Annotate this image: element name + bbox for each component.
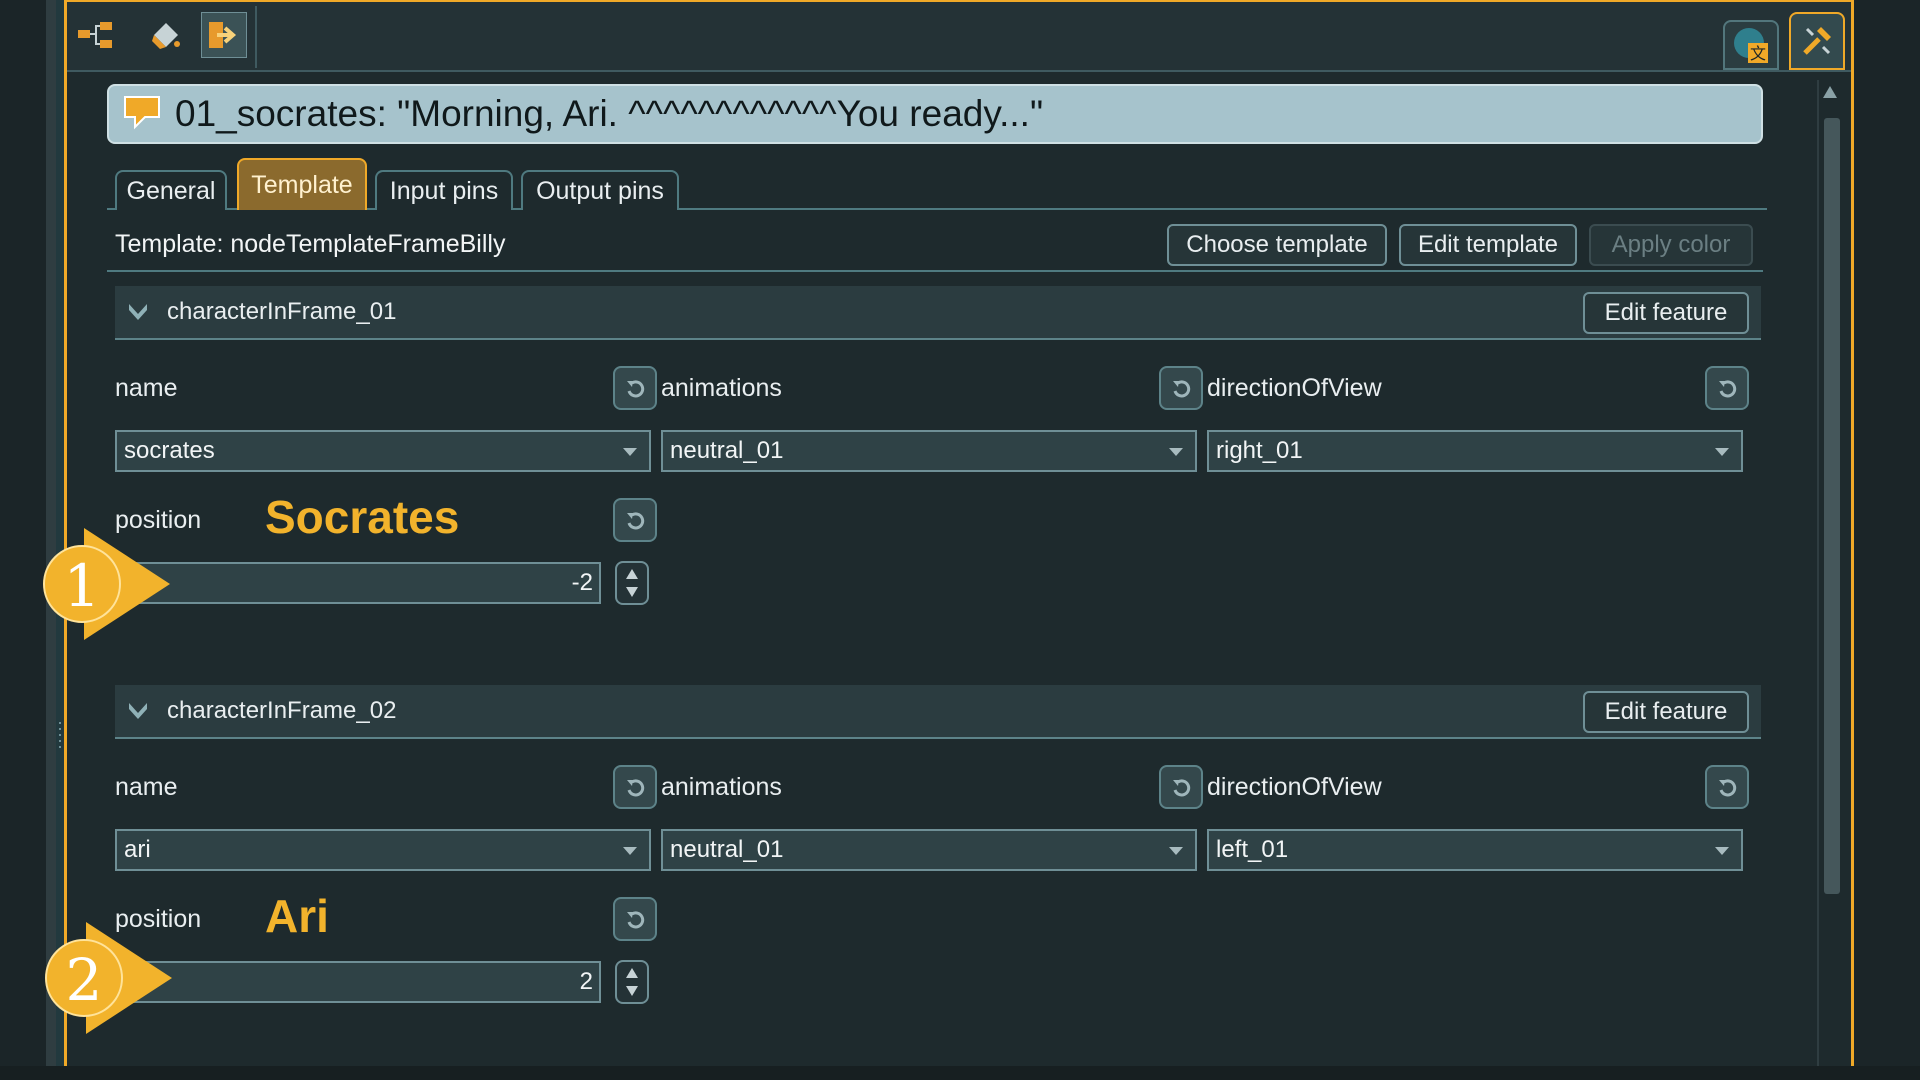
animations-combobox[interactable]: neutral_01 — [661, 430, 1197, 472]
splitter-grip[interactable] — [59, 722, 61, 752]
position-spinbox[interactable]: 2 — [115, 961, 601, 1003]
undo-icon — [1173, 380, 1191, 398]
position-stepper[interactable] — [615, 561, 649, 605]
undo-icon — [1173, 779, 1191, 797]
tab-general[interactable]: General — [115, 170, 227, 210]
undo-icon — [627, 512, 645, 530]
annotation-marker-2: 2 — [45, 922, 172, 1034]
reset-position-button[interactable] — [613, 498, 657, 542]
reset-name-button[interactable] — [613, 765, 657, 809]
step-down-icon[interactable] — [626, 587, 638, 597]
toolbar-separator — [255, 6, 257, 68]
direction-label: directionOfView — [1207, 773, 1382, 801]
bottom-strip — [0, 1066, 1920, 1080]
dropdown-arrow-icon[interactable] — [1169, 448, 1183, 456]
direction-combobox[interactable]: right_01 — [1207, 430, 1743, 472]
reset-direction-button[interactable] — [1705, 366, 1749, 410]
reset-animations-button[interactable] — [1159, 366, 1203, 410]
marker-number: 1 — [64, 552, 101, 620]
tools-button[interactable] — [1789, 12, 1845, 70]
scroll-thumb[interactable] — [1824, 118, 1840, 894]
position-stepper[interactable] — [615, 960, 649, 1004]
chevron-down-icon[interactable] — [127, 300, 149, 322]
dropdown-arrow-icon[interactable] — [1715, 448, 1729, 456]
exit-button[interactable] — [201, 12, 247, 58]
step-up-icon[interactable] — [626, 968, 638, 978]
paint-bucket-icon — [152, 23, 180, 49]
feature-title: characterInFrame_02 — [167, 697, 397, 724]
animations-combobox[interactable]: neutral_01 — [661, 829, 1197, 871]
direction-combobox[interactable]: left_01 — [1207, 829, 1743, 871]
name-combobox[interactable]: socrates — [115, 430, 651, 472]
character-annotation: Socrates — [265, 491, 460, 543]
chevron-down-icon[interactable] — [127, 699, 149, 721]
animations-value: neutral_01 — [670, 437, 784, 464]
name-label: name — [115, 374, 178, 402]
template-row: Template: nodeTemplateFrameBilly Choose … — [107, 220, 1763, 272]
tab-bar: General Template Input pins Output pins — [107, 158, 1767, 210]
direction-label: directionOfView — [1207, 374, 1382, 402]
name-label: name — [115, 773, 178, 801]
speech-bubble-icon — [123, 93, 165, 135]
tab-output-pins[interactable]: Output pins — [521, 170, 679, 210]
globe-translate-icon: 文 — [1734, 28, 1768, 63]
dropdown-arrow-icon[interactable] — [1715, 847, 1729, 855]
tab-input-pins[interactable]: Input pins — [375, 170, 513, 210]
choose-template-button[interactable]: Choose template — [1167, 224, 1387, 266]
position-spinbox[interactable]: -2 — [115, 562, 601, 604]
node-properties-panel: 01_socrates: "Morning, Ari. ^^^^^^^^^^^^… — [107, 84, 1767, 1064]
edit-template-button[interactable]: Edit template — [1399, 224, 1577, 266]
undo-icon — [627, 779, 645, 797]
animations-value: neutral_01 — [670, 836, 784, 863]
name-value: socrates — [124, 437, 215, 464]
annotation-marker-1: 1 — [43, 528, 170, 640]
reset-animations-button[interactable] — [1159, 765, 1203, 809]
flow-layout-icon — [78, 22, 112, 48]
apply-color-button: Apply color — [1589, 224, 1753, 266]
dropdown-arrow-icon[interactable] — [623, 448, 637, 456]
position-value: -2 — [571, 569, 593, 596]
svg-text:文: 文 — [1750, 44, 1766, 63]
marker-number: 2 — [66, 946, 103, 1014]
translate-button[interactable]: 文 — [1723, 20, 1779, 70]
wrench-tools-icon — [1803, 27, 1831, 55]
feature-title: characterInFrame_01 — [167, 298, 397, 325]
undo-icon — [627, 380, 645, 398]
dropdown-arrow-icon[interactable] — [623, 847, 637, 855]
scroll-up-arrow-icon[interactable] — [1823, 86, 1837, 98]
node-title: 01_socrates: "Morning, Ari. ^^^^^^^^^^^^… — [175, 93, 1044, 134]
feature-header[interactable]: characterInFrame_01 Edit feature — [115, 286, 1761, 340]
exit-arrow-icon — [209, 22, 237, 48]
character-annotation: Ari — [265, 890, 329, 942]
step-down-icon[interactable] — [626, 986, 638, 996]
undo-icon — [1719, 380, 1737, 398]
template-name: Template: nodeTemplateFrameBilly — [115, 230, 506, 258]
edit-feature-button[interactable]: Edit feature — [1583, 292, 1749, 334]
properties-window: 文 01_socrates: "Morning, Ari. ^^^^^^^^^^… — [64, 0, 1854, 1068]
tab-template[interactable]: Template — [237, 158, 367, 210]
direction-value: right_01 — [1216, 437, 1303, 464]
reset-position-button[interactable] — [613, 897, 657, 941]
flow-layout-button[interactable] — [73, 12, 119, 58]
step-up-icon[interactable] — [626, 569, 638, 579]
name-value: ari — [124, 836, 151, 863]
undo-icon — [627, 911, 645, 929]
animations-label: animations — [661, 374, 782, 402]
vertical-scrollbar[interactable] — [1817, 80, 1845, 1068]
toolbar: 文 — [67, 2, 1851, 72]
feature-header[interactable]: characterInFrame_02 Edit feature — [115, 685, 1761, 739]
animations-label: animations — [661, 773, 782, 801]
node-title-bar: 01_socrates: "Morning, Ari. ^^^^^^^^^^^^… — [107, 84, 1763, 144]
position-value: 2 — [579, 968, 593, 995]
edit-feature-button[interactable]: Edit feature — [1583, 691, 1749, 733]
app-root: 文 01_socrates: "Morning, Ari. ^^^^^^^^^^… — [0, 0, 1920, 1080]
name-combobox[interactable]: ari — [115, 829, 651, 871]
direction-value: left_01 — [1216, 836, 1289, 863]
undo-icon — [1719, 779, 1737, 797]
dropdown-arrow-icon[interactable] — [1169, 847, 1183, 855]
paint-bucket-button[interactable] — [143, 12, 189, 58]
reset-direction-button[interactable] — [1705, 765, 1749, 809]
reset-name-button[interactable] — [613, 366, 657, 410]
